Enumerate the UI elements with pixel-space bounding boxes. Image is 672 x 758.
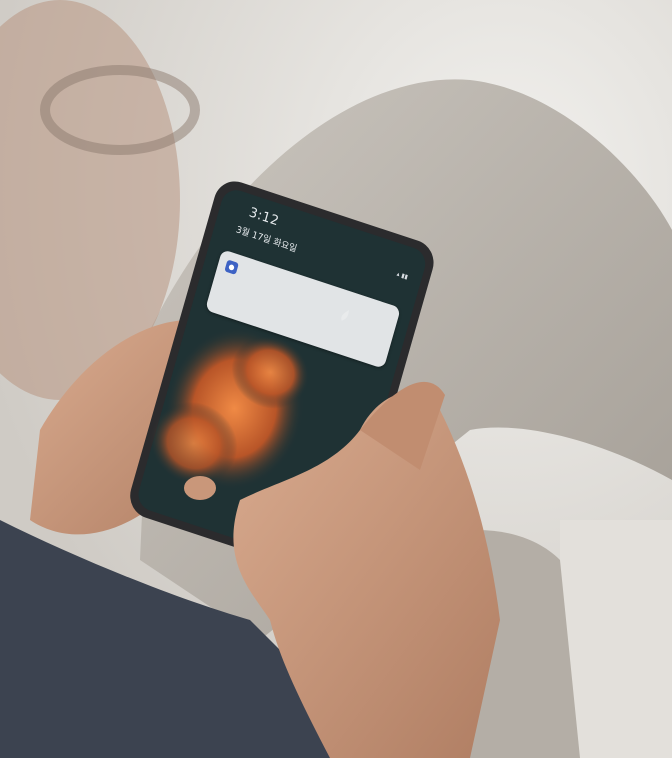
app-logo-icon: ●: [224, 259, 239, 275]
lock-screen-time: 3:12: [247, 205, 281, 230]
lock-screen-date: 3월 17일 화요일: [234, 225, 298, 255]
notification-card[interactable]: ●: [205, 249, 401, 369]
status-bar-icons: ▴ ▮▮: [395, 270, 409, 281]
photo-scene: 3:12 3월 17일 화요일 ▴ ▮▮ ●: [0, 0, 672, 758]
